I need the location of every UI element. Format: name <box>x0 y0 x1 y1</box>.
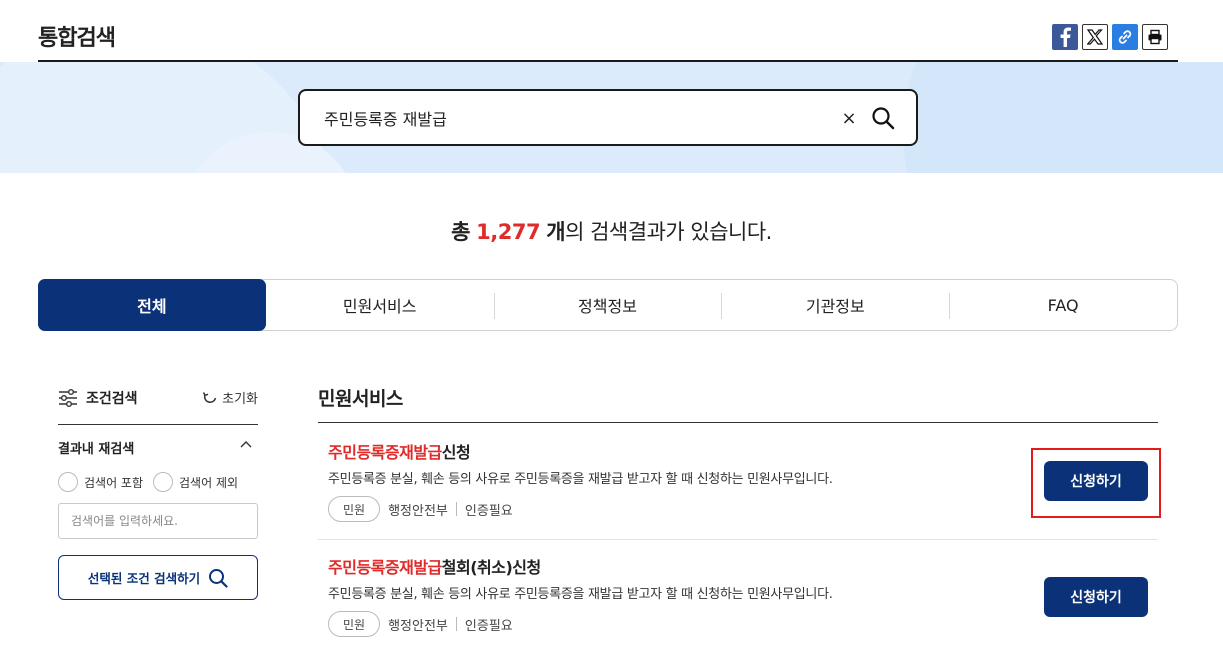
refresh-icon <box>202 391 217 403</box>
result-count-unit: 개 <box>546 220 566 244</box>
result-description: 주민등록증 분실, 훼손 등의 사유로 주민등록증을 재발급 받고자 할 때 신… <box>328 587 833 602</box>
facebook-share-button[interactable] <box>1052 24 1078 50</box>
radio-include-keyword[interactable]: 검색어 포함 <box>58 472 143 492</box>
tab-agency-info[interactable]: 기관정보 <box>721 280 949 330</box>
result-title[interactable]: 주민등록증재발급신청 <box>328 439 471 463</box>
reset-label: 초기화 <box>222 392 258 407</box>
result-agency: 행정안전부 <box>388 503 448 519</box>
filter-divider <box>58 424 258 425</box>
result-item: 주민등록증재발급철회(취소)신청 주민등록증 분실, 훼손 등의 사유로 주민등… <box>318 554 1158 652</box>
sliders-icon <box>59 389 77 407</box>
link-icon <box>1118 30 1132 44</box>
close-icon: × <box>841 107 857 129</box>
result-agency: 행정안전부 <box>388 618 448 634</box>
result-meta: 민원 행정안전부 인증필요 <box>328 611 513 637</box>
apply-filter-label: 선택된 조건 검색하기 <box>87 571 201 586</box>
tab-civil-service[interactable]: 민원서비스 <box>266 280 494 330</box>
share-tools <box>1052 24 1168 50</box>
link-copy-button[interactable] <box>1112 24 1138 50</box>
apply-filter-button[interactable]: 선택된 조건 검색하기 <box>58 555 258 600</box>
apply-button[interactable]: 신청하기 <box>1044 577 1148 617</box>
result-count-number: 1,277 <box>476 220 541 244</box>
tab-all[interactable]: 전체 <box>38 279 266 331</box>
results-panel: 민원서비스 주민등록증재발급신청 주민등록증 분실, 훼손 등의 사유로 주민등… <box>318 384 1161 637</box>
refine-search-header: 결과내 재검색 <box>58 438 258 458</box>
clear-search-button[interactable]: × <box>838 107 860 129</box>
category-tabs: 전체 민원서비스 정책정보 기관정보 FAQ <box>38 279 1178 331</box>
radio-circle[interactable] <box>58 472 78 492</box>
x-share-button[interactable] <box>1082 24 1108 50</box>
refine-radio-group: 검색어 포함 검색어 제외 <box>58 472 238 492</box>
radio-include-label: 검색어 포함 <box>84 475 144 490</box>
result-item: 주민등록증재발급신청 주민등록증 분실, 훼손 등의 사유로 주민등록증을 재발… <box>318 439 1161 540</box>
result-description: 주민등록증 분실, 훼손 등의 사유로 주민등록증을 재발급 받고자 할 때 신… <box>328 472 833 487</box>
result-meta: 민원 행정안전부 인증필요 <box>328 496 513 522</box>
radio-exclude-keyword[interactable]: 검색어 제외 <box>153 472 238 492</box>
refine-search-input[interactable] <box>58 503 258 539</box>
result-count-suffix: 의 검색결과가 있습니다. <box>565 220 772 244</box>
search-button[interactable] <box>868 103 898 133</box>
filter-title-label: 조건검색 <box>86 391 138 407</box>
result-count-prefix: 총 <box>451 220 470 244</box>
result-title-rest: 철회(취소)신청 <box>441 558 541 577</box>
meta-separator <box>455 617 457 631</box>
reset-button[interactable]: 초기화 <box>202 388 258 407</box>
page-header: 통합검색 <box>38 0 1178 62</box>
search-icon <box>872 107 895 130</box>
search-icon <box>209 568 228 588</box>
result-title-rest: 신청 <box>441 443 471 462</box>
filter-header: 조건검색 초기화 <box>58 384 258 412</box>
result-title-highlight: 주민등록증재발급 <box>328 558 442 577</box>
radio-exclude-label: 검색어 제외 <box>179 475 239 490</box>
apply-button[interactable]: 신청하기 <box>1044 461 1148 501</box>
result-auth: 인증필요 <box>464 618 513 634</box>
result-count: 총 1,277 개의 검색결과가 있습니다. <box>0 216 1223 246</box>
filter-title: 조건검색 <box>58 388 138 408</box>
result-title-highlight: 주민등록증재발급 <box>328 443 442 462</box>
print-button[interactable] <box>1142 24 1168 50</box>
print-icon <box>1148 29 1162 45</box>
page-title: 통합검색 <box>38 26 116 51</box>
search-input[interactable] <box>324 103 824 133</box>
section-title: 민원서비스 <box>318 388 403 410</box>
tab-faq[interactable]: FAQ <box>949 280 1177 330</box>
result-auth: 인증필요 <box>464 503 513 519</box>
result-title[interactable]: 주민등록증재발급철회(취소)신청 <box>328 554 541 578</box>
chevron-up-icon[interactable] <box>240 440 252 448</box>
category-badge: 민원 <box>328 611 381 637</box>
tab-policy-info[interactable]: 정책정보 <box>493 280 722 330</box>
refine-search-title: 결과내 재검색 <box>58 442 135 457</box>
radio-circle[interactable] <box>153 472 174 492</box>
search-banner: × <box>0 62 1223 173</box>
x-icon <box>1087 29 1103 45</box>
category-badge: 민원 <box>328 496 381 522</box>
facebook-icon <box>1060 27 1071 47</box>
banner-decoration <box>903 62 1223 173</box>
search-box: × <box>298 89 918 146</box>
filter-sidebar: 조건검색 초기화 결과내 재검색 검색어 포함 검색어 제외 선택된 조건 검색… <box>58 384 258 600</box>
section-divider <box>318 422 1158 423</box>
meta-separator <box>455 502 457 516</box>
